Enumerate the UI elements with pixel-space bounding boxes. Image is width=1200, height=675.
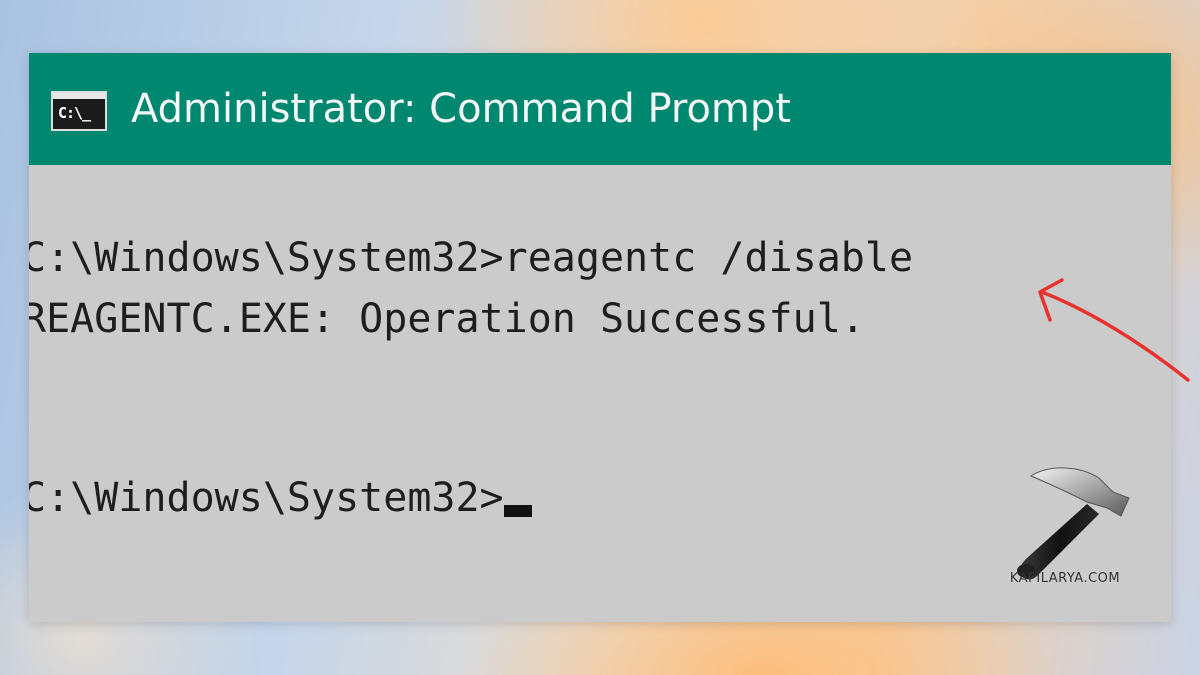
prompt-text: C:\Windows\System32> <box>29 475 504 521</box>
watermark-text: KAPILARYA.COM <box>1009 571 1121 586</box>
red-arrow-icon <box>1038 278 1190 382</box>
console-line-result: REAGENTC.EXE: Operation Successful. <box>29 296 865 342</box>
console-line-prompt: C:\Windows\System32> <box>29 474 532 522</box>
text-cursor <box>503 505 532 517</box>
cmd-icon-label: C:\_ <box>58 104 91 122</box>
hammer-logo-icon <box>1017 467 1130 580</box>
title-bar[interactable]: C:\_ Administrator: Command Prompt <box>29 53 1171 165</box>
cmd-icon: C:\_ <box>51 91 107 131</box>
window-title: Administrator: Command Prompt <box>131 86 791 132</box>
console-line-command: C:\Windows\System32>reagentc /disable <box>29 235 914 281</box>
